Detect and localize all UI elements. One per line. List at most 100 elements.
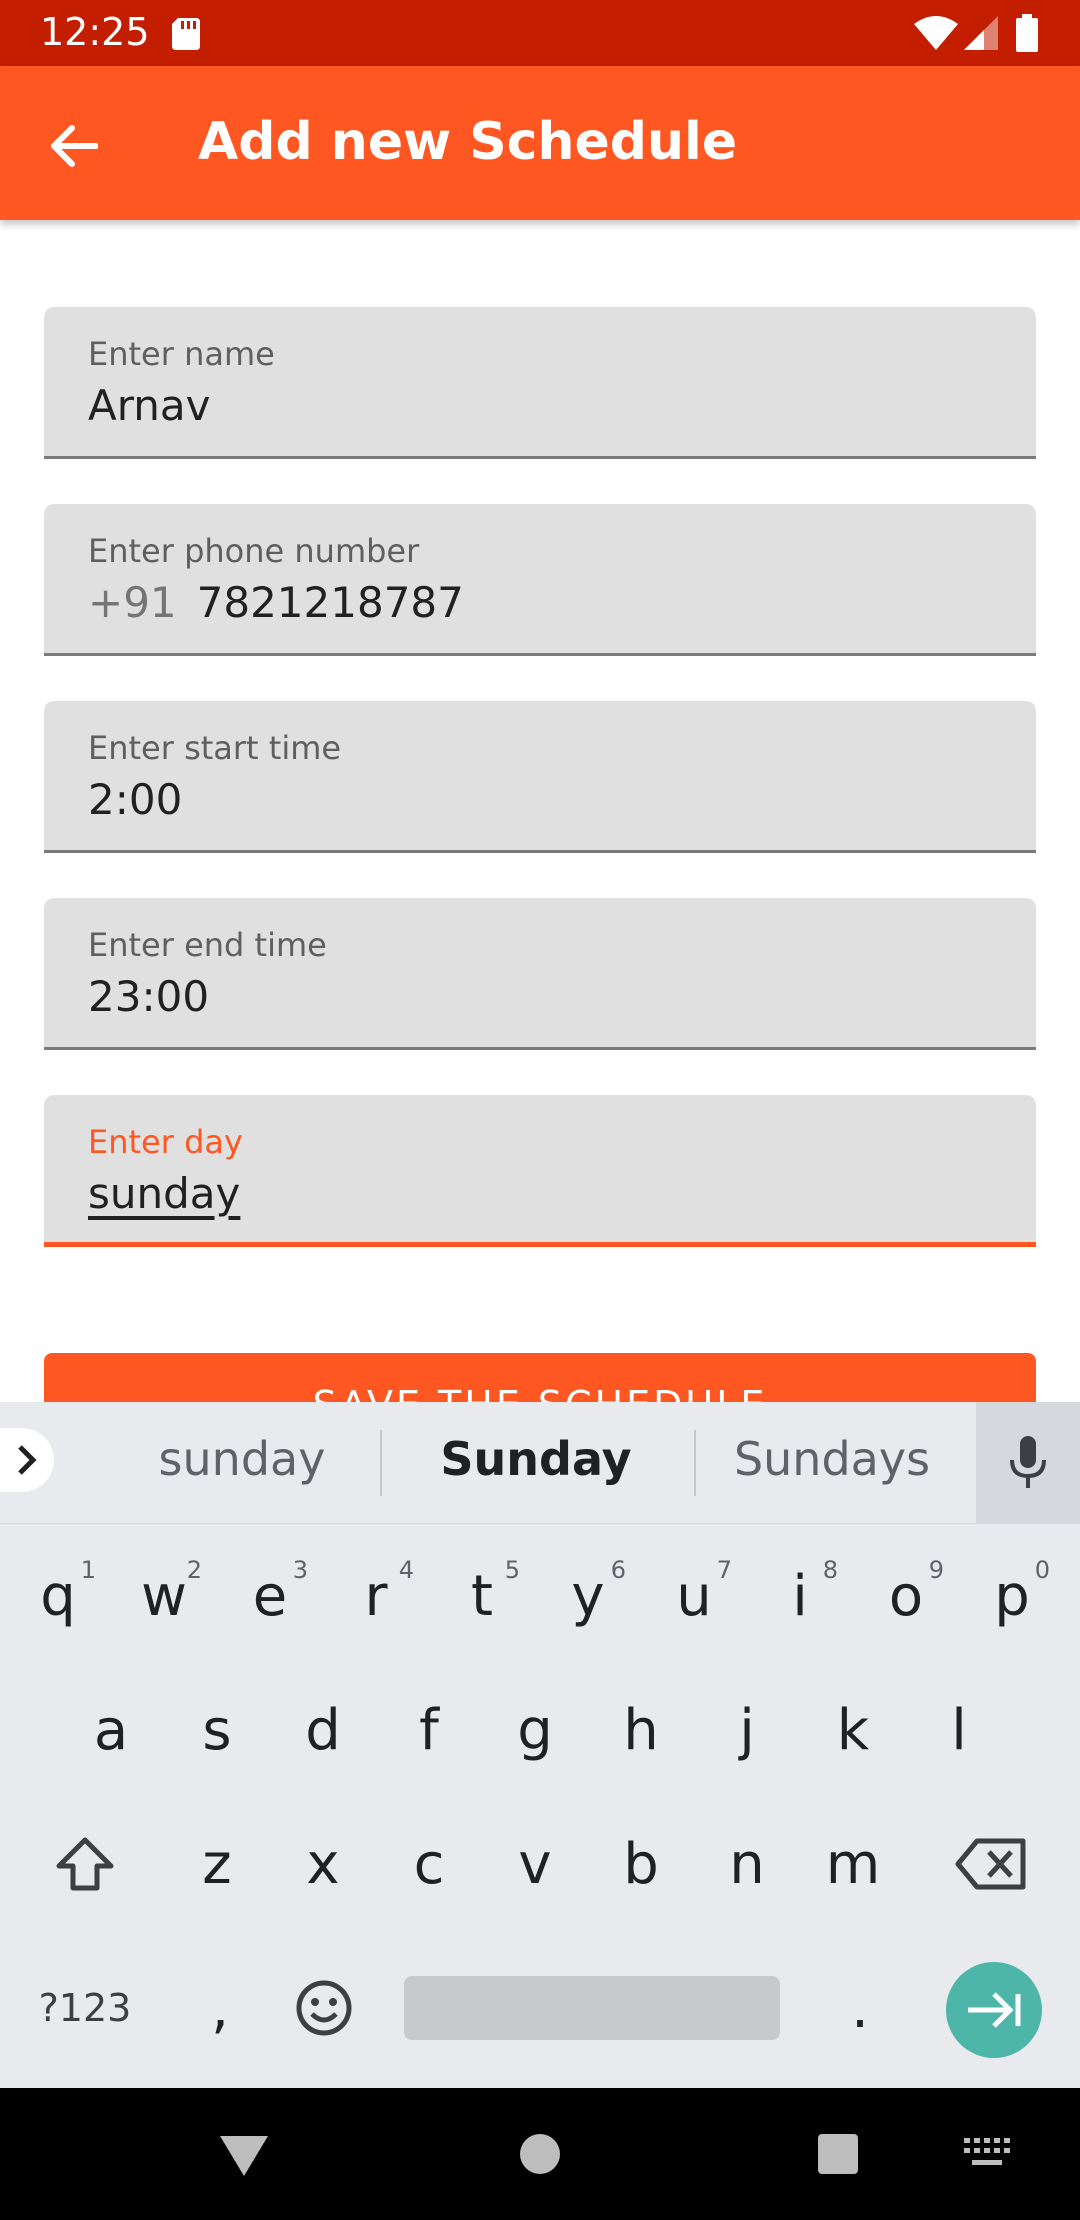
system-nav-bar (0, 2088, 1080, 2220)
key-g[interactable]: g (485, 1670, 585, 1790)
symbols-key[interactable]: ?123 (20, 1948, 150, 2068)
key-p-hint: 0 (1034, 1556, 1050, 1584)
key-y[interactable]: y6 (538, 1536, 638, 1656)
key-y-label: y (571, 1563, 605, 1629)
key-q-hint: 1 (80, 1556, 96, 1584)
key-y-hint: 6 (610, 1556, 626, 1584)
wifi-icon (914, 16, 958, 50)
key-v[interactable]: v (485, 1804, 585, 1924)
key-p[interactable]: p0 (962, 1536, 1062, 1656)
key-o[interactable]: o9 (856, 1536, 956, 1656)
suggestion-divider (380, 1430, 382, 1496)
page-title: Add new Schedule (198, 112, 738, 172)
key-r-label: r (364, 1563, 388, 1629)
key-e-hint: 3 (292, 1556, 308, 1584)
suggestion-bar: sunday Sunday Sundays (0, 1402, 1080, 1524)
key-x[interactable]: x (273, 1804, 373, 1924)
keyboard-switch-icon[interactable] (964, 2138, 1010, 2170)
status-bar: 12:25 (0, 0, 1080, 66)
phone-field-label: Enter phone number (88, 532, 420, 570)
key-q-label: q (40, 1563, 76, 1629)
expand-suggestions-button[interactable] (0, 1428, 54, 1492)
key-u[interactable]: u7 (644, 1536, 744, 1656)
sd-card-icon (172, 18, 200, 50)
key-e-label: e (252, 1563, 288, 1629)
key-r-hint: 4 (398, 1556, 414, 1584)
key-d[interactable]: d (273, 1670, 373, 1790)
space-key[interactable] (404, 1976, 780, 2040)
key-w-label: w (141, 1563, 187, 1629)
phone-field[interactable]: Enter phone number +91 7821218787 (44, 504, 1036, 656)
key-i[interactable]: i8 (750, 1536, 850, 1656)
key-b[interactable]: b (591, 1804, 691, 1924)
enter-key[interactable] (946, 1962, 1042, 2058)
end-time-field[interactable]: Enter end time 23:00 (44, 898, 1036, 1050)
shift-key[interactable] (30, 1804, 140, 1924)
status-time: 12:25 (40, 10, 150, 54)
key-a[interactable]: a (61, 1670, 161, 1790)
key-q[interactable]: q1 (8, 1536, 108, 1656)
backspace-icon (955, 1838, 1026, 1890)
key-t-label: t (471, 1563, 493, 1629)
key-u-label: u (676, 1563, 712, 1629)
nav-recents-button[interactable] (818, 2134, 858, 2174)
start-time-field-label: Enter start time (88, 729, 342, 767)
key-u-hint: 7 (716, 1556, 732, 1584)
key-s[interactable]: s (167, 1670, 267, 1790)
emoji-icon (296, 1980, 352, 2036)
key-w[interactable]: w2 (114, 1536, 214, 1656)
key-j[interactable]: j (697, 1670, 797, 1790)
end-time-field-value: 23:00 (88, 972, 210, 1021)
period-key[interactable]: . (810, 1948, 910, 2068)
start-time-field-value: 2:00 (88, 775, 183, 824)
key-e[interactable]: e3 (220, 1536, 320, 1656)
key-n[interactable]: n (697, 1804, 797, 1924)
key-o-label: o (888, 1563, 924, 1629)
comma-key[interactable]: , (170, 1948, 270, 2068)
key-l[interactable]: l (909, 1670, 1009, 1790)
day-field-label: Enter day (88, 1123, 243, 1161)
start-time-field[interactable]: Enter start time 2:00 (44, 701, 1036, 853)
key-c[interactable]: c (379, 1804, 479, 1924)
nav-home-button[interactable] (520, 2134, 560, 2174)
suggestion-2[interactable]: Sunday (386, 1432, 686, 1486)
key-f[interactable]: f (379, 1670, 479, 1790)
key-i-hint: 8 (822, 1556, 838, 1584)
key-w-hint: 2 (186, 1556, 202, 1584)
phone-prefix: +91 (88, 578, 177, 627)
key-z[interactable]: z (167, 1804, 267, 1924)
key-h[interactable]: h (591, 1670, 691, 1790)
emoji-key[interactable] (274, 1948, 374, 2068)
key-i-label: i (792, 1563, 808, 1629)
arrow-back-icon (51, 125, 98, 167)
day-field-value: sunday (88, 1169, 241, 1218)
suggestion-3[interactable]: Sundays (682, 1432, 982, 1486)
key-m[interactable]: m (803, 1804, 903, 1924)
key-t-hint: 5 (504, 1556, 520, 1584)
back-button[interactable] (36, 108, 112, 184)
key-t[interactable]: t5 (432, 1536, 532, 1656)
nav-back-icon[interactable] (216, 2132, 272, 2180)
microphone-icon (1010, 1436, 1046, 1488)
key-o-hint: 9 (928, 1556, 944, 1584)
cell-signal-icon (964, 16, 998, 50)
phone-field-value-wrap: +91 7821218787 (88, 578, 464, 627)
suggestion-1[interactable]: sunday (92, 1432, 392, 1486)
day-field[interactable]: Enter day sunday (44, 1095, 1036, 1247)
app-bar: Add new Schedule (0, 66, 1080, 220)
name-field[interactable]: Enter name Arnav (44, 307, 1036, 459)
shift-icon (56, 1837, 114, 1891)
voice-input-button[interactable] (976, 1402, 1080, 1524)
key-p-label: p (994, 1563, 1030, 1629)
key-k[interactable]: k (803, 1670, 903, 1790)
battery-icon (1016, 14, 1038, 52)
name-field-value: Arnav (88, 381, 211, 430)
name-field-label: Enter name (88, 335, 275, 373)
backspace-key[interactable] (936, 1804, 1046, 1924)
tab-next-icon (968, 1992, 1021, 2028)
phone-field-value: 7821218787 (196, 578, 464, 627)
chevron-right-icon (18, 1445, 37, 1475)
end-time-field-label: Enter end time (88, 926, 327, 964)
key-r[interactable]: r4 (326, 1536, 426, 1656)
soft-keyboard: sunday Sunday Sundays q1 w2 e3 r4 t5 y6 … (0, 1402, 1080, 2088)
